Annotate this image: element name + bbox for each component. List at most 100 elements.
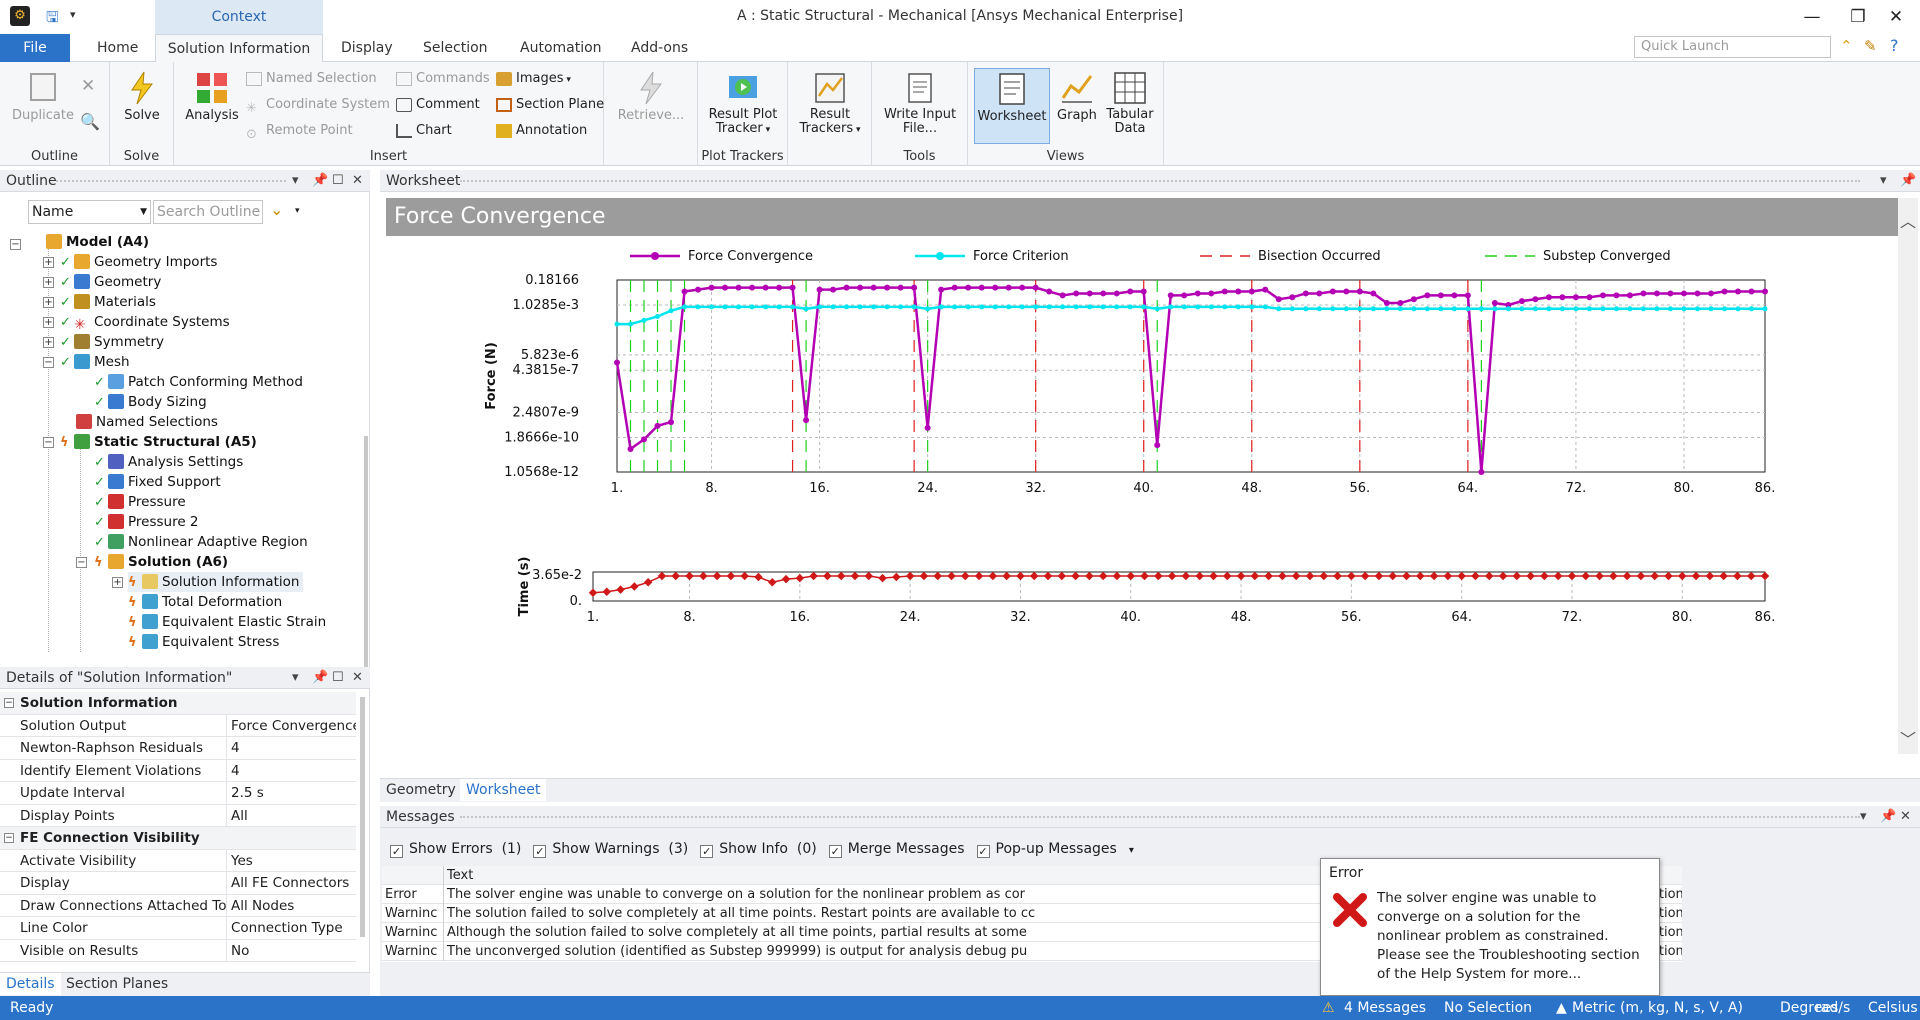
details-value[interactable]: All [230, 805, 356, 827]
tree-item-analysis-settings[interactable]: ✓ Analysis Settings [94, 452, 243, 472]
checkbox-icon[interactable]: ✓ [976, 845, 990, 858]
tab-worksheet[interactable]: Worksheet [460, 779, 547, 801]
collapse-icon[interactable]: − [10, 239, 21, 250]
delete-icon[interactable]: ✕ [81, 76, 95, 96]
checkbox-icon[interactable]: ✓ [390, 845, 403, 858]
details-row[interactable]: Activate Visibility Yes [0, 849, 356, 872]
annotation-button[interactable]: Annotation [496, 120, 587, 142]
details-row[interactable]: Newton-Raphson Residuals 4 [0, 737, 356, 760]
expand-icon[interactable]: + [43, 297, 54, 308]
duplicate-button[interactable]: Duplicate [10, 70, 76, 123]
checkbox-icon[interactable]: ✓ [700, 845, 714, 858]
details-scrollbar[interactable] [360, 697, 365, 937]
scroll-down-icon[interactable]: ﹀ [1900, 726, 1916, 750]
tree-item-pressure-2[interactable]: ✓ Pressure 2 [94, 512, 199, 532]
maximize-icon[interactable]: ☐ [332, 170, 344, 192]
notes-icon[interactable]: ✎ [1864, 37, 1877, 55]
tree-item-equivalent-elastic-strain[interactable]: ϟ Equivalent Elastic Strain [128, 612, 326, 632]
minimize-button[interactable]: — [1800, 5, 1824, 29]
tab-section-planes[interactable]: Section Planes [60, 973, 174, 995]
details-row[interactable]: Identify Element Violations 4 [0, 759, 356, 782]
details-row[interactable]: Draw Connections Attached To All Nodes [0, 894, 356, 917]
write-input-file-button[interactable]: Write Input File... [878, 70, 962, 136]
details-row[interactable]: Update Interval 2.5 s [0, 782, 356, 805]
panel-menu-icon[interactable]: ▾ [292, 170, 299, 192]
tree-item-coordinate-systems[interactable]: ✓ ✳ Coordinate Systems [60, 312, 230, 333]
tree-item-symmetry[interactable]: ✓ Symmetry [60, 332, 164, 352]
status-units[interactable]: Metric (m, kg, N, s, V, A) [1572, 996, 1743, 1020]
tab-automation[interactable]: Automation [505, 34, 617, 62]
details-value[interactable]: All Nodes [230, 895, 356, 917]
details-value[interactable]: 4 [230, 760, 356, 782]
details-section[interactable]: − FE Connection Visibility [0, 827, 356, 850]
tree-item-body-sizing[interactable]: ✓ Body Sizing [94, 392, 207, 412]
tree-item-geometry-imports[interactable]: ✓ Geometry Imports [60, 252, 217, 272]
retrieve-button[interactable]: Retrieve... [612, 70, 690, 123]
details-row[interactable]: Visible on Results No [0, 939, 356, 962]
outline-filter-select[interactable]: Name ▼ [28, 200, 151, 224]
close-panel-icon[interactable]: ✕ [352, 667, 363, 689]
collapse-icon[interactable]: − [76, 557, 87, 568]
details-value[interactable]: Yes [230, 850, 356, 872]
status-temp[interactable]: Celsius [1868, 996, 1918, 1020]
expand-icon[interactable]: + [43, 317, 54, 328]
named-selection-button[interactable]: Named Selection [246, 68, 377, 90]
coordinate-system-button[interactable]: ✳ Coordinate System [246, 94, 390, 116]
tab-display[interactable]: Display [326, 34, 408, 62]
tree-item-solution-information[interactable]: ϟ Solution Information [128, 572, 304, 592]
tree-item-nonlinear-adaptive-region[interactable]: ✓ Nonlinear Adaptive Region [94, 532, 308, 552]
tree-item-total-deformation[interactable]: ϟ Total Deformation [128, 592, 282, 612]
expand-icon[interactable]: + [43, 337, 54, 348]
tab-selection[interactable]: Selection [408, 34, 503, 62]
help-icon[interactable]: ? [1890, 36, 1899, 55]
tab-details[interactable]: Details [0, 973, 61, 995]
tree-item-materials[interactable]: ✓ Materials [60, 292, 156, 312]
filter-1[interactable]: ✓ Show Warnings (3) [533, 841, 688, 858]
maximize-icon[interactable]: ☐ [332, 667, 344, 689]
close-button[interactable]: ✕ [1884, 5, 1908, 29]
details-value[interactable]: 2.5 s [230, 782, 356, 804]
details-value[interactable]: No [230, 940, 356, 962]
restore-button[interactable]: ❐ [1846, 5, 1870, 29]
close-panel-icon[interactable]: ✕ [352, 170, 363, 192]
solve-button[interactable]: Solve [116, 70, 168, 123]
filter-0[interactable]: ✓ Show Errors (1) [390, 841, 521, 858]
tree-item-patch-conforming-method[interactable]: ✓ Patch Conforming Method [94, 372, 303, 392]
details-row[interactable]: Display All FE Connectors [0, 872, 356, 895]
outline-search-input[interactable]: Search Outline [153, 200, 263, 224]
filter-3[interactable]: ✓ Merge Messages [828, 841, 965, 858]
details-value[interactable]: All FE Connectors [230, 872, 356, 894]
tree-item-fixed-support[interactable]: ✓ Fixed Support [94, 472, 221, 492]
graph-button[interactable]: Graph [1052, 70, 1102, 123]
collapse-icon[interactable]: − [43, 437, 54, 448]
tab-add-ons[interactable]: Add-ons [616, 34, 703, 62]
tab-geometry[interactable]: Geometry [380, 779, 462, 801]
collapse-icon[interactable]: − [43, 357, 54, 368]
pin-icon[interactable]: 📌 [1900, 170, 1916, 192]
details-value[interactable]: Force Convergence [230, 715, 356, 737]
tree-item-equivalent-stress[interactable]: ϟ Equivalent Stress [128, 632, 279, 652]
tree-item-static-structural[interactable]: ϟ Static Structural (A5) [60, 432, 257, 452]
result-trackers-button[interactable]: Result Trackers ▾ [794, 70, 866, 137]
worksheet-scrollbar[interactable]: ︿ ﹀ [1898, 198, 1918, 754]
tree-item-model[interactable]: Model (A4) [46, 232, 149, 252]
result-plot-tracker-button[interactable]: Result Plot Tracker ▾ [704, 70, 782, 137]
panel-menu-icon[interactable]: ▾ [1880, 170, 1887, 192]
collapse-icon[interactable]: − [4, 833, 14, 843]
details-value[interactable]: Connection Type [230, 917, 356, 939]
worksheet-button[interactable]: Worksheet [974, 68, 1050, 144]
comment-button[interactable]: Comment [396, 94, 480, 116]
details-row[interactable]: Display Points All [0, 804, 356, 827]
tree-item-mesh[interactable]: ✓ Mesh [60, 352, 130, 372]
expand-icon[interactable]: + [112, 577, 123, 588]
pin-icon[interactable]: 📌 [312, 667, 328, 689]
filter-dropdown-icon[interactable]: ▾ [295, 206, 300, 216]
pin-icon[interactable]: 📌 [1880, 806, 1896, 828]
panel-menu-icon[interactable]: ▾ [1860, 806, 1867, 828]
pin-icon[interactable]: 📌 [312, 170, 328, 192]
section-plane-button[interactable]: Section Plane [496, 94, 604, 116]
chart-button[interactable]: Chart [396, 120, 452, 142]
quick-launch-input[interactable]: Quick Launch [1634, 36, 1831, 58]
details-row[interactable]: Line Color Connection Type [0, 917, 356, 940]
panel-menu-icon[interactable]: ▾ [292, 667, 299, 689]
